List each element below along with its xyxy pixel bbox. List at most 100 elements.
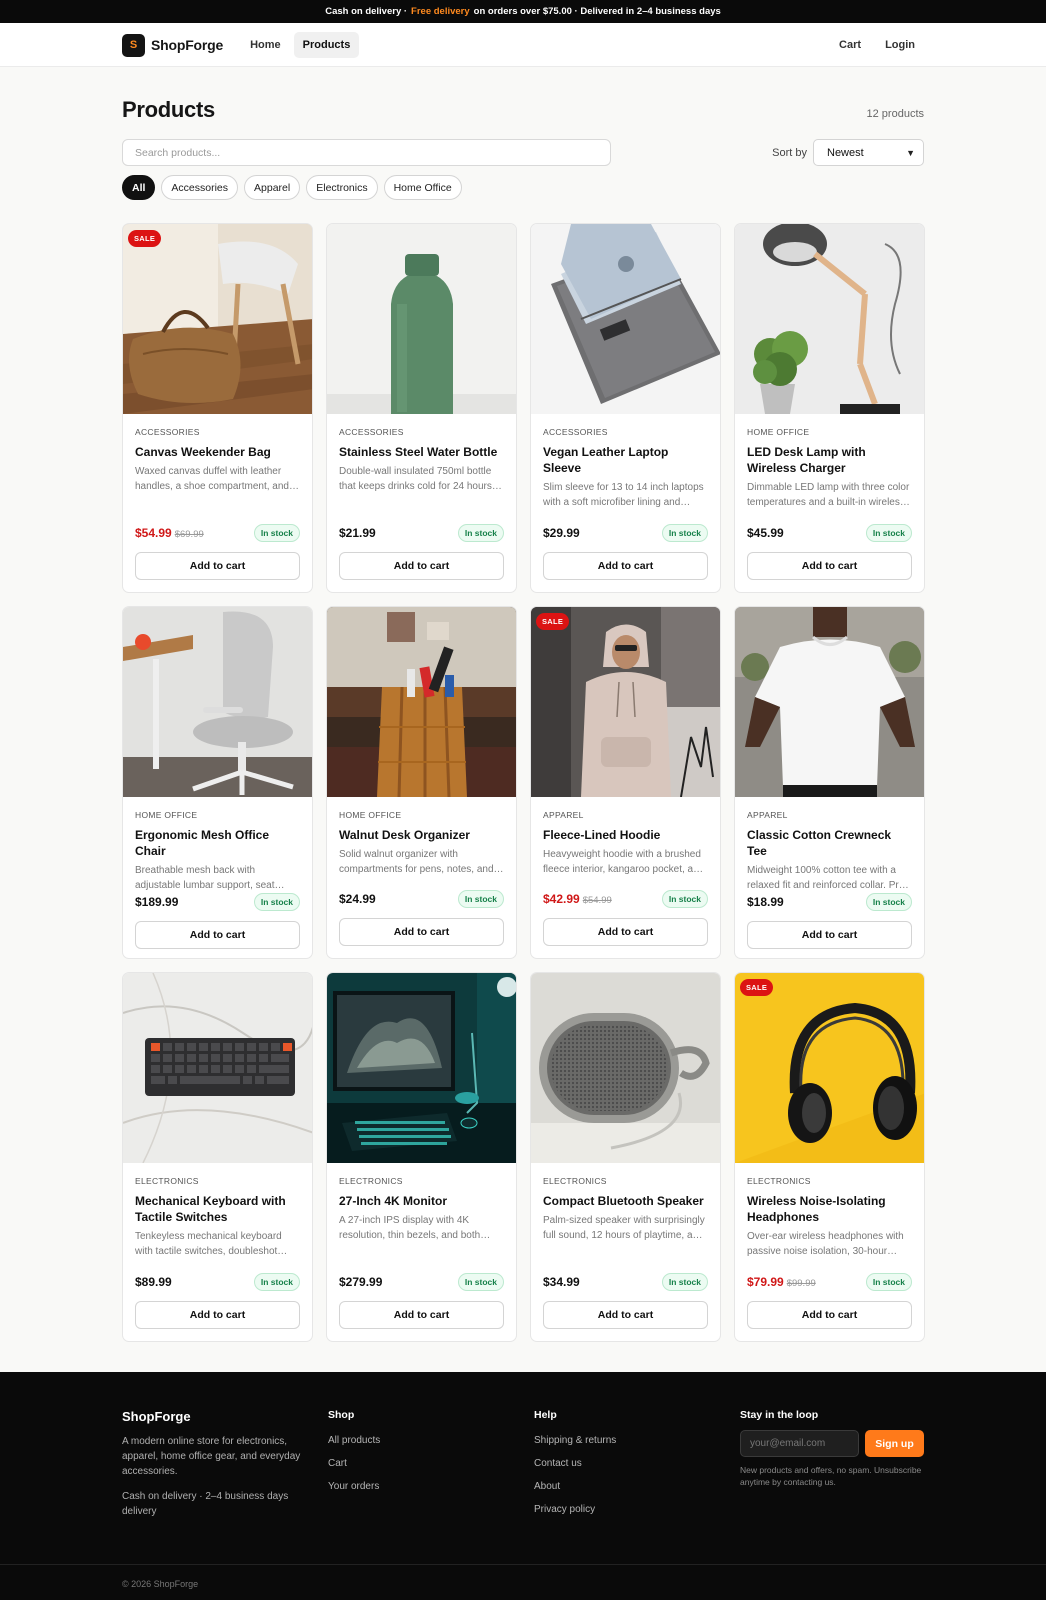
signup-button[interactable]: Sign up — [865, 1430, 924, 1457]
footer-brand-col: ShopForge A modern online store for elec… — [122, 1409, 328, 1519]
stock-badge: In stock — [253, 893, 300, 911]
product-name[interactable]: Classic Cotton Crewneck Tee — [747, 827, 912, 859]
footer-link-shipping[interactable]: Shipping & returns — [534, 1435, 740, 1446]
footer-delivery: Cash on delivery · 2–4 business days del… — [122, 1491, 289, 1517]
add-to-cart-button[interactable]: Add to cart — [339, 1301, 504, 1329]
product-image[interactable]: SALE — [735, 973, 924, 1163]
product-image[interactable] — [327, 224, 516, 414]
newsletter-note: New products and offers, no spam. Unsubs… — [740, 1465, 922, 1487]
footer-link-contact[interactable]: Contact us — [534, 1458, 740, 1469]
sort-select[interactable]: Newest ▼ — [813, 139, 924, 166]
product-name[interactable]: Compact Bluetooth Speaker — [543, 1193, 708, 1209]
product-category: ACCESSORIES — [543, 427, 608, 437]
sale-badge: SALE — [740, 979, 774, 996]
footer-link-privacy[interactable]: Privacy policy — [534, 1504, 740, 1515]
product-price: $18.99 — [747, 895, 784, 909]
product-card[interactable]: APPAREL Classic Cotton Crewneck Tee Midw… — [734, 606, 925, 959]
category-filters: All Accessories Apparel Electronics Home… — [122, 175, 924, 200]
product-description: A 27-inch IPS display with 4K resolution… — [339, 1215, 481, 1241]
add-to-cart-button[interactable]: Add to cart — [339, 918, 504, 946]
add-to-cart-button[interactable]: Add to cart — [747, 1301, 912, 1329]
add-to-cart-button[interactable]: Add to cart — [135, 1301, 300, 1329]
product-description: Midweight 100% cotton tee with a relaxed… — [747, 865, 908, 891]
product-card[interactable]: ACCESSORIES Stainless Steel Water Bottle… — [326, 223, 517, 593]
product-price: $24.99 — [339, 892, 376, 906]
product-name[interactable]: 27-Inch 4K Monitor — [339, 1193, 504, 1209]
footer-about: A modern online store for electronics, a… — [122, 1436, 301, 1477]
footer-link-about[interactable]: About — [534, 1481, 740, 1492]
product-card[interactable]: HOME OFFICE LED Desk Lamp with Wireless … — [734, 223, 925, 593]
filter-accessories[interactable]: Accessories — [161, 175, 239, 200]
newsletter-email-input[interactable] — [740, 1430, 859, 1457]
product-category: ELECTRONICS — [135, 1176, 199, 1186]
product-image[interactable] — [735, 607, 924, 797]
product-image[interactable]: SALE — [123, 224, 312, 414]
product-name[interactable]: Mechanical Keyboard with Tactile Switche… — [135, 1193, 300, 1225]
product-card[interactable]: HOME OFFICE Walnut Desk Organizer Solid … — [326, 606, 517, 959]
search-input[interactable] — [122, 139, 611, 166]
add-to-cart-button[interactable]: Add to cart — [747, 921, 912, 949]
filter-apparel[interactable]: Apparel — [244, 175, 301, 200]
product-card[interactable]: SALE ELECTRONICS Wireless Noise-Isolatin… — [734, 972, 925, 1342]
product-card[interactable]: ELECTRONICS 27-Inch 4K Monitor A 27-inch… — [326, 972, 517, 1342]
product-name[interactable]: Wireless Noise-Isolating Headphones — [747, 1193, 912, 1225]
product-price: $34.99 — [543, 1275, 580, 1289]
product-card[interactable]: SALE ACCESSORIES Canvas Weekender Bag Wa… — [122, 223, 313, 593]
product-name[interactable]: Vegan Leather Laptop Sleeve — [543, 444, 708, 476]
add-to-cart-button[interactable]: Add to cart — [543, 918, 708, 946]
announcement-prefix: Cash on delivery · — [325, 6, 408, 17]
product-card[interactable]: ACCESSORIES Vegan Leather Laptop Sleeve … — [530, 223, 721, 593]
main-nav: Home Products — [241, 32, 360, 58]
product-name[interactable]: Walnut Desk Organizer — [339, 827, 504, 843]
product-image[interactable] — [123, 973, 312, 1163]
add-to-cart-button[interactable]: Add to cart — [543, 1301, 708, 1329]
stock-badge: In stock — [457, 1273, 504, 1291]
brand-name[interactable]: ShopForge — [151, 37, 223, 53]
product-price: $189.99 — [135, 895, 179, 909]
filter-electronics[interactable]: Electronics — [306, 175, 378, 200]
product-image[interactable] — [531, 224, 720, 414]
add-to-cart-button[interactable]: Add to cart — [135, 552, 300, 580]
nav-home[interactable]: Home — [241, 32, 290, 58]
nav-login[interactable]: Login — [876, 32, 924, 58]
product-image[interactable] — [531, 973, 720, 1163]
product-description: Tenkeyless mechanical keyboard with tact… — [135, 1231, 282, 1257]
add-to-cart-button[interactable]: Add to cart — [339, 552, 504, 580]
stock-badge: In stock — [865, 1273, 912, 1291]
product-image[interactable] — [327, 973, 516, 1163]
current-price: $42.99 — [543, 892, 580, 906]
product-card[interactable]: ELECTRONICS Mechanical Keyboard with Tac… — [122, 972, 313, 1342]
product-name[interactable]: Canvas Weekender Bag — [135, 444, 300, 460]
product-description: Slim sleeve for 13 to 14 inch laptops wi… — [543, 482, 704, 508]
product-image[interactable]: SALE — [531, 607, 720, 797]
logo-icon[interactable]: S — [122, 33, 145, 57]
product-name[interactable]: LED Desk Lamp with Wireless Charger — [747, 444, 912, 476]
stock-badge: In stock — [661, 524, 708, 542]
product-card[interactable]: HOME OFFICE Ergonomic Mesh Office Chair … — [122, 606, 313, 959]
nav-products[interactable]: Products — [293, 32, 360, 58]
product-image[interactable] — [123, 607, 312, 797]
product-image[interactable] — [735, 224, 924, 414]
product-description: Palm-sized speaker with surprisingly ful… — [543, 1215, 705, 1241]
footer-shop-col: Shop All products Cart Your orders — [328, 1409, 534, 1519]
product-category: APPAREL — [747, 810, 788, 820]
product-card[interactable]: SALE APPAREL Fleece-Lined Hoodie Heavywe… — [530, 606, 721, 959]
product-name[interactable]: Stainless Steel Water Bottle — [339, 444, 504, 460]
product-price: $279.99 — [339, 1275, 383, 1289]
product-price: $29.99 — [543, 526, 580, 540]
add-to-cart-button[interactable]: Add to cart — [543, 552, 708, 580]
filter-home-office[interactable]: Home Office — [383, 175, 462, 200]
product-image[interactable] — [327, 607, 516, 797]
add-to-cart-button[interactable]: Add to cart — [135, 921, 300, 949]
nav-cart[interactable]: Cart — [830, 32, 870, 58]
footer-link-orders[interactable]: Your orders — [328, 1481, 534, 1492]
add-to-cart-button[interactable]: Add to cart — [747, 552, 912, 580]
footer-link-cart[interactable]: Cart — [328, 1458, 534, 1469]
product-name[interactable]: Fleece-Lined Hoodie — [543, 827, 708, 843]
filter-all[interactable]: All — [122, 175, 156, 200]
stock-badge: In stock — [865, 893, 912, 911]
footer-newsletter-col: Stay in the loop Sign up New products an… — [740, 1409, 924, 1519]
footer-link-all-products[interactable]: All products — [328, 1435, 534, 1446]
product-name[interactable]: Ergonomic Mesh Office Chair — [135, 827, 300, 859]
product-card[interactable]: ELECTRONICS Compact Bluetooth Speaker Pa… — [530, 972, 721, 1342]
